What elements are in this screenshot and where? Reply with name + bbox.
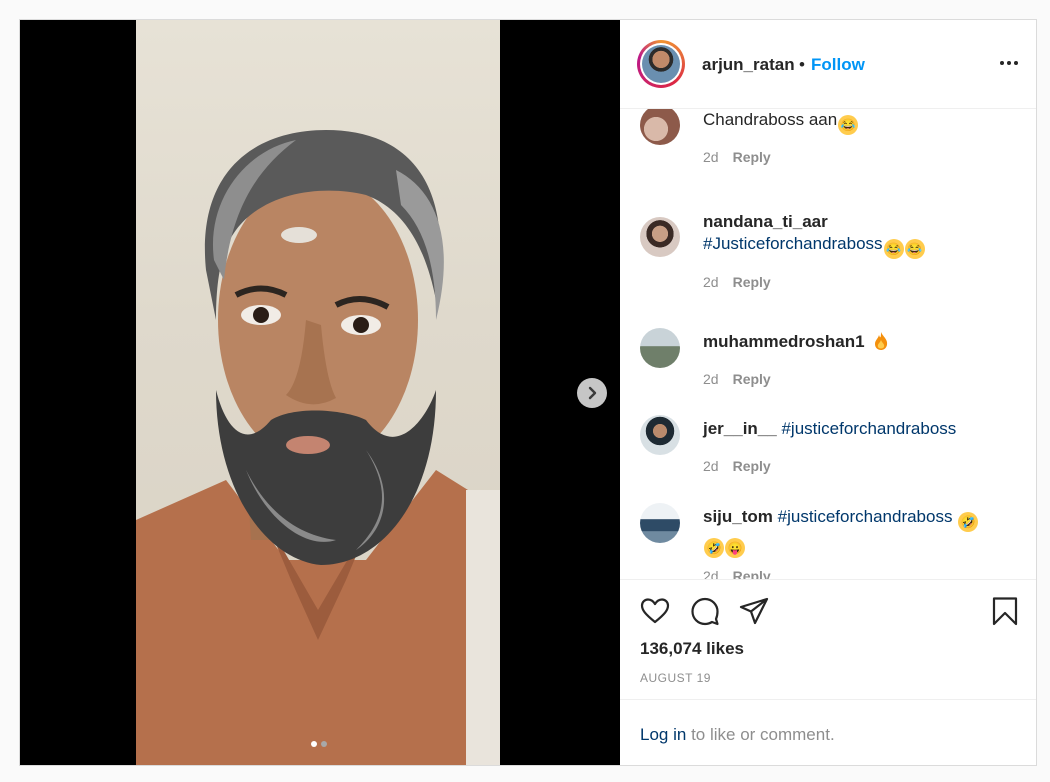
chevron-right-icon (588, 386, 597, 400)
comment-text: muhammedroshan1 (703, 331, 1013, 353)
more-horizontal-icon (1000, 61, 1004, 65)
comment-avatar[interactable] (640, 415, 680, 455)
carousel-dot (321, 741, 327, 747)
fire-emoji-icon (875, 332, 888, 350)
header-separator: • (799, 55, 805, 74)
comment-username[interactable]: siju_tom (703, 507, 773, 526)
author-username[interactable]: arjun_ratan (702, 55, 795, 75)
comment-avatar[interactable] (640, 109, 680, 145)
joy-emoji-icon: 😂 (838, 115, 859, 135)
reply-button[interactable]: Reply (733, 274, 771, 290)
post-card: arjun_ratan • Follow Chandraboss aan 😂 2d… (19, 19, 1037, 766)
comment-avatar[interactable] (640, 217, 680, 257)
reply-button[interactable]: Reply (733, 149, 771, 165)
comment-age: 2d (703, 458, 719, 474)
likes-count[interactable]: 136,074 likes (640, 639, 744, 659)
comment-meta: 2d Reply (703, 371, 771, 387)
post-actions: 136,074 likes AUGUST 19 (620, 579, 1036, 699)
comment-meta: 2d Reply (703, 274, 771, 290)
comment-username[interactable]: nandana_ti_aar (703, 212, 828, 231)
login-suffix: to like or comment. (691, 725, 835, 744)
comment-meta: 2d Reply (703, 568, 771, 579)
hashtag-link[interactable]: #justiceforchandraboss (778, 507, 953, 526)
carousel-dot-active (311, 741, 317, 747)
follow-button[interactable]: Follow (811, 55, 865, 75)
paper-plane-icon[interactable] (739, 596, 769, 626)
carousel-indicator (311, 741, 327, 747)
heart-icon[interactable] (640, 596, 670, 626)
comment-icon[interactable] (690, 596, 720, 626)
portrait-image (136, 130, 500, 765)
comment-meta: 2d Reply (703, 149, 771, 165)
author-avatar[interactable] (637, 40, 685, 88)
post-photo (136, 20, 500, 765)
joy-emoji-icon: 😂 (904, 239, 925, 259)
comments-list[interactable]: Chandraboss aan 😂 2d Reply nandana_ti_aar … (620, 109, 1036, 579)
login-bar: Log in to like or comment. (620, 699, 1036, 765)
comment-text: nandana_ti_aar #Justiceforchandraboss 😂 😂 (703, 211, 1013, 259)
hashtag-link[interactable]: #Justiceforchandraboss (703, 234, 883, 253)
post-sidebar: arjun_ratan • Follow Chandraboss aan 😂 2d… (620, 20, 1036, 765)
comment-age: 2d (703, 371, 719, 387)
comment-username[interactable]: jer__in__ (703, 419, 777, 438)
hashtag-link[interactable]: #justiceforchandraboss (781, 419, 956, 438)
comment-age: 2d (703, 274, 719, 290)
comment-age: 2d (703, 568, 719, 579)
rofl-emoji-icon: 🤣 (958, 512, 979, 532)
more-options-button[interactable] (1000, 56, 1020, 70)
login-link[interactable]: Log in (640, 725, 686, 744)
comment-meta: 2d Reply (703, 458, 771, 474)
next-slide-button[interactable] (577, 378, 607, 408)
comment-age: 2d (703, 149, 719, 165)
comment-username[interactable]: muhammedroshan1 (703, 332, 865, 351)
comment-text: Chandraboss aan 😂 (703, 109, 1013, 135)
joy-emoji-icon: 😂 (883, 239, 904, 259)
post-date[interactable]: AUGUST 19 (640, 671, 711, 685)
login-prompt: Log in to like or comment. (640, 725, 835, 745)
reply-button[interactable]: Reply (733, 458, 771, 474)
reply-button[interactable]: Reply (733, 568, 771, 579)
comment-avatar[interactable] (640, 328, 680, 368)
rofl-emoji-icon: 🤣 (704, 538, 724, 558)
comment-text: siju_tom #justiceforchandraboss 🤣 🤣 😛 (703, 506, 1013, 558)
reply-button[interactable]: Reply (733, 371, 771, 387)
post-media (20, 20, 620, 765)
bookmark-icon[interactable] (990, 596, 1020, 626)
tongue-emoji-icon: 😛 (725, 538, 745, 558)
comment-text: jer__in__ #justiceforchandraboss (703, 418, 1013, 440)
comment-avatar[interactable] (640, 503, 680, 543)
post-header: arjun_ratan • Follow (620, 20, 1036, 109)
